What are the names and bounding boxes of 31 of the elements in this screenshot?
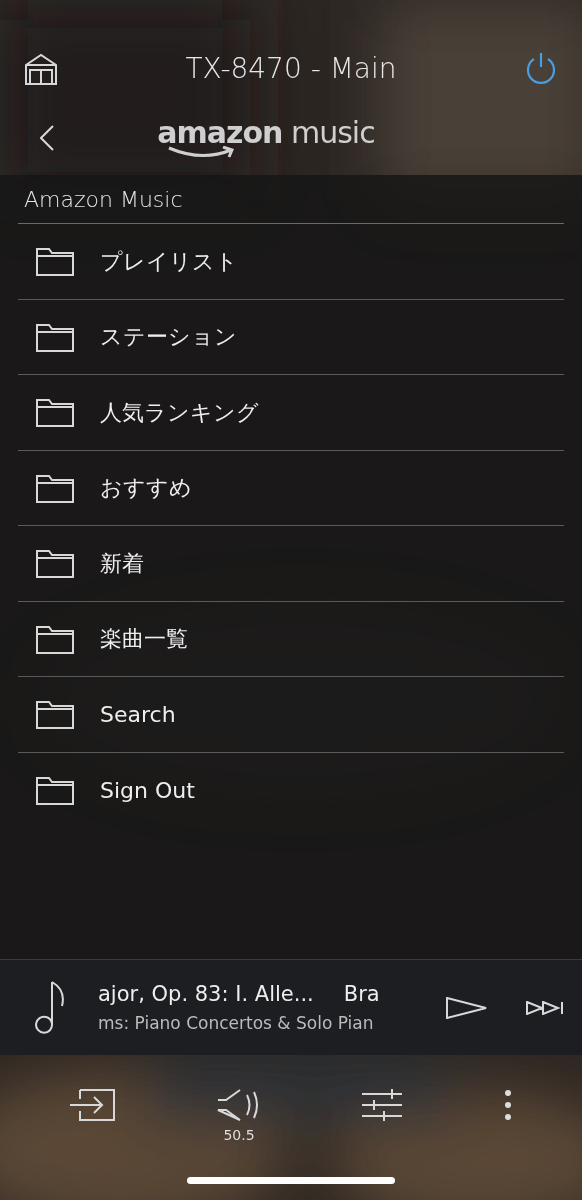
artist-name: Bra <box>343 981 380 1008</box>
home-icon[interactable] <box>24 53 58 85</box>
track-title: ajor, Op. 83: I. Alle... <box>98 981 314 1008</box>
music-note-icon <box>32 979 66 1036</box>
skip-forward-icon[interactable] <box>526 1000 564 1015</box>
album-title: ms: Piano Concertos & Solo Pian <box>98 1011 375 1035</box>
folder-icon <box>36 623 74 654</box>
list-item[interactable]: 人気ランキング <box>18 375 564 451</box>
window-title: TX-8470 - Main <box>185 51 397 87</box>
volume-level: 50.5 <box>223 1126 255 1145</box>
folder-icon <box>36 246 74 277</box>
list-item[interactable]: Search <box>18 677 564 753</box>
folder-icon <box>36 699 74 730</box>
folder-icon <box>36 321 74 352</box>
folder-icon <box>36 548 74 579</box>
more-icon[interactable] <box>504 1089 512 1121</box>
list-item[interactable]: ステーション <box>18 299 564 375</box>
folder-icon <box>36 775 74 806</box>
settings-icon[interactable] <box>362 1089 404 1121</box>
folder-icon <box>36 472 74 503</box>
list-item[interactable]: プレイリスト <box>18 224 564 300</box>
list-item[interactable]: 新着 <box>18 526 564 602</box>
folder-icon <box>36 397 74 428</box>
play-icon[interactable] <box>446 996 488 1019</box>
section-title: Amazon Music <box>18 175 564 224</box>
service-logo: amazon music <box>157 117 375 158</box>
list-item[interactable]: 楽曲一覧 <box>18 601 564 677</box>
power-icon[interactable] <box>524 52 558 86</box>
input-icon[interactable] <box>70 1089 116 1121</box>
list-item[interactable]: おすすめ <box>18 450 564 526</box>
list-item[interactable]: Sign Out <box>18 752 564 828</box>
